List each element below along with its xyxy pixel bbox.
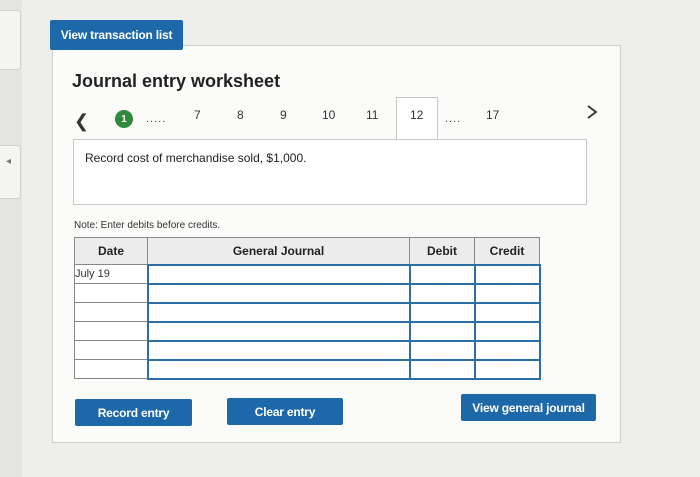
left-edge-tab[interactable] bbox=[0, 10, 21, 70]
account-select[interactable] bbox=[146, 320, 411, 342]
prev-arrow-icon[interactable]: ❮ bbox=[74, 111, 89, 132]
nav-step-17[interactable]: 17 bbox=[486, 108, 499, 122]
left-edge-strip bbox=[0, 0, 22, 477]
account-select[interactable] bbox=[146, 263, 411, 285]
debit-input[interactable] bbox=[408, 358, 476, 380]
left-edge-tick: ◂ bbox=[6, 156, 12, 167]
nav-step-10[interactable]: 10 bbox=[322, 108, 335, 122]
debit-column-header: Debit bbox=[409, 237, 475, 265]
debit-input[interactable] bbox=[408, 301, 476, 323]
nav-ellipsis: .... bbox=[445, 113, 462, 125]
clear-entry-button[interactable]: Clear entry bbox=[227, 398, 343, 425]
nav-step-9[interactable]: 9 bbox=[280, 108, 287, 122]
account-select[interactable] bbox=[146, 301, 411, 323]
credit-input[interactable] bbox=[473, 358, 541, 380]
date-column-header: Date bbox=[74, 237, 148, 265]
account-select[interactable] bbox=[146, 358, 411, 380]
table-row bbox=[74, 320, 541, 342]
table-header-row: Date General Journal Debit Credit bbox=[74, 237, 540, 265]
account-select[interactable] bbox=[146, 339, 411, 361]
transaction-description: Record cost of merchandise sold, $1,000. bbox=[85, 151, 307, 165]
entry-note: Note: Enter debits before credits. bbox=[74, 220, 221, 231]
general-journal-column-header: General Journal bbox=[147, 237, 410, 265]
debit-input[interactable] bbox=[408, 263, 476, 285]
nav-ellipsis: ..... bbox=[146, 113, 167, 125]
record-entry-button[interactable]: Record entry bbox=[75, 399, 192, 426]
nav-step-12[interactable]: 12 bbox=[410, 108, 423, 122]
credit-column-header: Credit bbox=[474, 237, 540, 265]
worksheet-title: Journal entry worksheet bbox=[72, 71, 281, 91]
nav-step-11[interactable]: 11 bbox=[366, 108, 378, 122]
nav-step-7[interactable]: 7 bbox=[194, 108, 201, 122]
date-cell bbox=[74, 321, 148, 341]
debit-input[interactable] bbox=[408, 320, 476, 342]
credit-input[interactable] bbox=[473, 263, 541, 285]
date-cell: July 19 bbox=[74, 264, 148, 284]
nav-step-8[interactable]: 8 bbox=[237, 108, 244, 122]
table-row bbox=[74, 358, 541, 380]
date-cell bbox=[74, 302, 148, 322]
credit-input[interactable] bbox=[473, 320, 541, 342]
credit-input[interactable] bbox=[473, 301, 541, 323]
transaction-description-box bbox=[73, 139, 587, 205]
journal-entry-table: Date General Journal Debit Credit July 1… bbox=[74, 237, 541, 380]
next-arrow-icon[interactable] bbox=[585, 104, 601, 129]
date-cell bbox=[74, 283, 148, 303]
debit-input[interactable] bbox=[408, 339, 476, 361]
table-row: July 19 bbox=[74, 263, 541, 285]
view-general-journal-button[interactable]: View general journal bbox=[461, 394, 596, 421]
date-cell bbox=[74, 340, 148, 360]
step-1-completed[interactable]: 1 bbox=[115, 110, 133, 128]
chevron-right-icon bbox=[587, 105, 598, 119]
credit-input[interactable] bbox=[473, 282, 541, 304]
table-row bbox=[74, 282, 541, 304]
account-select[interactable] bbox=[146, 282, 411, 304]
table-row bbox=[74, 301, 541, 323]
table-row bbox=[74, 339, 541, 361]
left-edge-tab[interactable] bbox=[0, 145, 21, 199]
date-cell bbox=[74, 359, 148, 379]
worksheet-pagination: ❮ 1 ..... 7 8 9 10 11 12 .... 17 bbox=[0, 97, 700, 140]
credit-input[interactable] bbox=[473, 339, 541, 361]
debit-input[interactable] bbox=[408, 282, 476, 304]
view-transaction-list-button[interactable]: View transaction list bbox=[50, 20, 183, 50]
